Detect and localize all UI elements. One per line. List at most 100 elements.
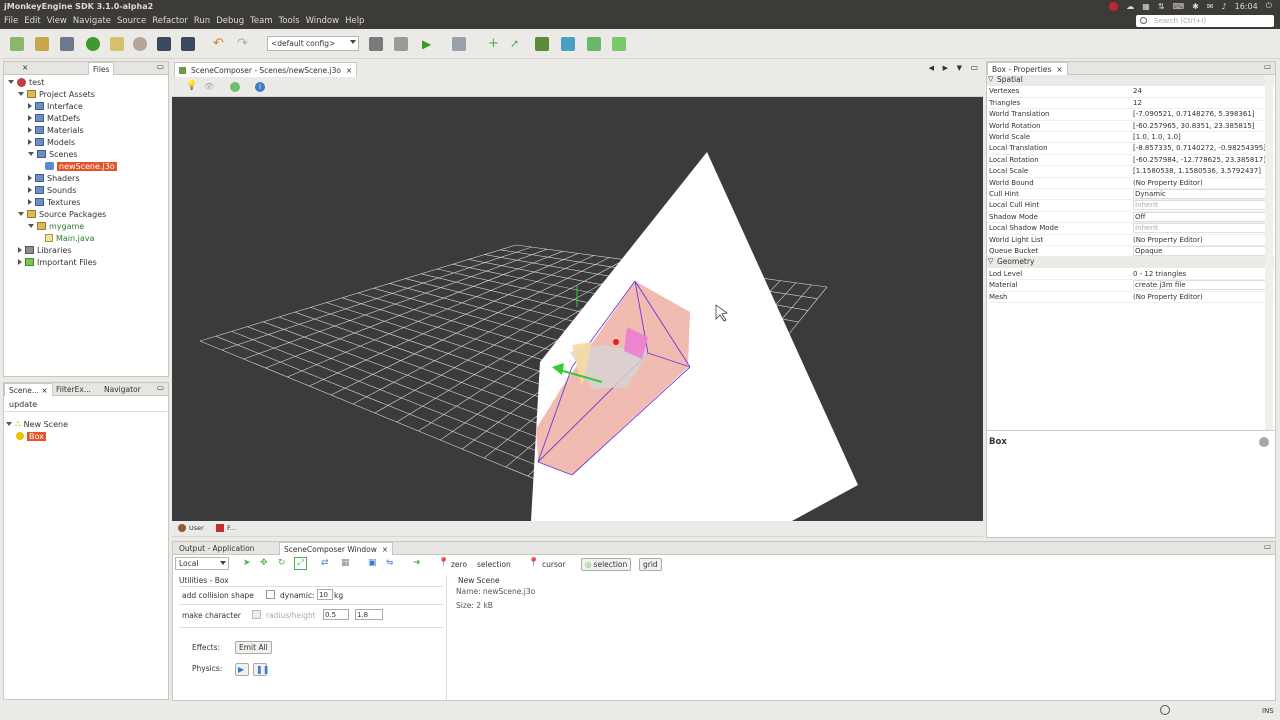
radius-spinner[interactable]: 0.5 <box>323 609 349 620</box>
tab-next-icon[interactable]: ▶ <box>943 64 948 72</box>
expand-icon[interactable] <box>28 175 32 181</box>
property-row[interactable]: Queue Bucket Opaque <box>987 246 1274 258</box>
tab-properties[interactable]: Box - Properties × <box>987 62 1068 75</box>
close-icon[interactable]: × <box>1056 65 1062 74</box>
tab-scene-composer[interactable]: SceneComposer - Scenes/newScene.j3o × <box>174 62 358 77</box>
help-icon[interactable] <box>1259 437 1269 447</box>
scene-viewport[interactable] <box>172 97 983 521</box>
expand-icon[interactable] <box>28 139 32 145</box>
menu-run[interactable]: Run <box>194 16 210 26</box>
scene-root-node[interactable]: ⛬ New Scene <box>6 418 68 430</box>
menu-file[interactable]: File <box>4 16 18 26</box>
clean-icon[interactable] <box>394 37 408 51</box>
selection-label[interactable]: selection <box>477 560 511 569</box>
new-file-icon[interactable] <box>10 37 24 51</box>
minimize-icon[interactable]: ▭ <box>1264 62 1271 71</box>
tree-item[interactable]: Scenes <box>28 148 78 160</box>
close-icon[interactable]: × <box>41 386 47 395</box>
property-row[interactable]: Local Scale [1.1580538, 1.1580536, 3.5792… <box>987 166 1274 178</box>
grid-snap-icon[interactable]: ▦ <box>341 558 350 568</box>
add-collision-shape-label[interactable]: add collision shape <box>182 591 254 600</box>
tab-scenecomposer-window[interactable]: SceneComposer Window × <box>279 542 394 555</box>
expand-icon[interactable] <box>28 224 34 228</box>
tab-list-icon[interactable]: ▼ <box>957 64 962 72</box>
clean-build-icon[interactable] <box>110 37 124 51</box>
tab-output-application[interactable]: Output - Application <box>175 542 258 555</box>
tab-scene-explorer[interactable]: Scene... × <box>4 383 53 396</box>
expand-icon[interactable] <box>18 212 24 216</box>
tab-filters[interactable]: F... <box>216 524 236 532</box>
property-row[interactable]: World Rotation [-60.257965, 30.8351, 23.3… <box>987 121 1274 132</box>
property-row[interactable]: Shadow Mode Off <box>987 211 1274 224</box>
emit-all-button[interactable]: Emit All <box>235 641 272 654</box>
expand-icon[interactable] <box>18 247 22 253</box>
cloud-icon[interactable]: ☁ <box>1126 2 1134 11</box>
info-icon[interactable]: i <box>255 82 265 92</box>
rotate-icon[interactable]: ↻ <box>278 558 286 568</box>
tab-navigator[interactable]: Navigator <box>100 383 145 396</box>
property-value[interactable]: Inherit <box>1133 200 1269 211</box>
tab-user[interactable]: User <box>178 524 204 532</box>
image-icon[interactable] <box>535 37 549 51</box>
arrow-icon[interactable]: ➚ <box>510 37 524 51</box>
tree-item[interactable]: Libraries <box>18 244 72 256</box>
scene-box-node[interactable]: Box <box>16 430 46 442</box>
property-row[interactable]: Triangles 12 <box>987 98 1274 110</box>
close-icon[interactable]: × <box>22 63 28 72</box>
cursor-pin-icon[interactable]: 📍 <box>528 558 539 568</box>
tree-item[interactable]: Important Files <box>18 256 97 268</box>
menu-tools[interactable]: Tools <box>279 16 300 26</box>
minimize-icon[interactable]: ▭ <box>1264 542 1271 551</box>
arrow-right-icon[interactable]: ➜ <box>413 558 421 568</box>
config-select[interactable]: <default config> <box>267 36 359 51</box>
menu-edit[interactable]: Edit <box>24 16 40 26</box>
notification-icon[interactable] <box>1109 1 1119 11</box>
tab-files[interactable]: Files <box>88 62 115 75</box>
expand-icon[interactable] <box>28 103 32 109</box>
menu-refactor[interactable]: Refactor <box>152 16 188 26</box>
profile-icon[interactable] <box>452 37 466 51</box>
select-icon[interactable]: ➤ <box>243 558 251 568</box>
settings-icon[interactable] <box>133 37 147 51</box>
property-value[interactable]: Dynamic <box>1133 189 1269 199</box>
property-row[interactable]: Local Rotation [-60.257984, -12.778625, 2… <box>987 155 1274 167</box>
camera-move-icon[interactable]: ⇋ <box>386 558 394 568</box>
mail-icon[interactable]: ✉ <box>1207 2 1214 11</box>
undo-icon[interactable]: ↶ <box>213 37 227 51</box>
collapse-icon[interactable]: ▽ <box>988 257 993 265</box>
expand-icon[interactable] <box>8 80 14 84</box>
redo-icon[interactable]: ↷ <box>237 37 251 51</box>
tree-item[interactable]: Sounds <box>28 184 76 196</box>
scene-render[interactable] <box>172 97 983 521</box>
pin-icon[interactable]: 📍 <box>438 558 449 568</box>
tree-item[interactable]: test <box>8 76 44 88</box>
zero-label[interactable]: zero <box>451 560 467 569</box>
menu-help[interactable]: Help <box>345 16 364 26</box>
layers-icon[interactable] <box>612 37 626 51</box>
mass-input[interactable]: 10 <box>317 589 333 600</box>
chart-icon[interactable] <box>587 37 601 51</box>
expand-icon[interactable] <box>28 152 34 156</box>
tree-item[interactable]: Shaders <box>28 172 80 184</box>
new-project-icon[interactable] <box>35 37 49 51</box>
camera-icon[interactable]: ▣ <box>368 558 377 568</box>
pause-icon[interactable]: ❚❚ <box>253 663 269 676</box>
minimize-icon[interactable]: ▭ <box>157 383 164 392</box>
expand-icon[interactable] <box>28 127 32 133</box>
add-icon[interactable]: + <box>488 37 502 51</box>
scene-search-input[interactable]: update <box>5 398 167 412</box>
property-value[interactable]: Off <box>1133 211 1269 222</box>
sphere-icon[interactable] <box>230 82 240 92</box>
snap-icon[interactable]: ⇄ <box>321 558 329 568</box>
property-value[interactable]: create j3m file <box>1133 280 1269 291</box>
expand-icon[interactable] <box>18 259 22 265</box>
tree-item[interactable]: mygame <box>28 220 84 232</box>
menu-source[interactable]: Source <box>117 16 146 26</box>
download-icon[interactable] <box>86 37 100 51</box>
character-checkbox[interactable] <box>252 610 261 619</box>
menu-navigate[interactable]: Navigate <box>73 16 111 26</box>
play-icon[interactable]: ▶ <box>235 663 249 676</box>
expand-icon[interactable] <box>28 199 32 205</box>
minimize-icon[interactable]: ▭ <box>157 62 164 71</box>
cursor-label[interactable]: cursor <box>542 560 566 569</box>
